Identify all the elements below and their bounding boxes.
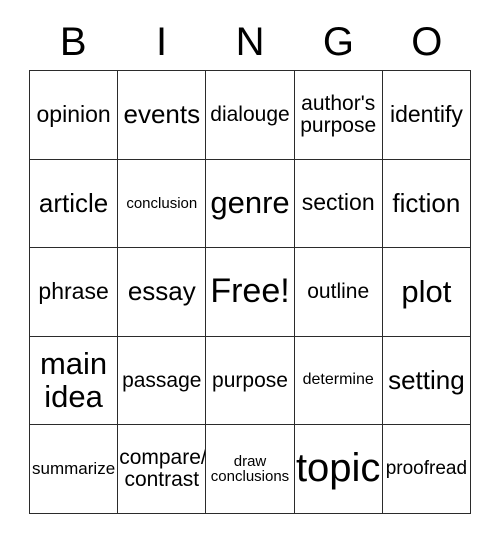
bingo-cell-g2[interactable]: section bbox=[294, 159, 383, 249]
bingo-cell-g4[interactable]: determine bbox=[294, 336, 383, 426]
bingo-cell-i1[interactable]: events bbox=[118, 71, 207, 160]
bingo-cell-label: determine bbox=[302, 371, 374, 389]
bingo-cell-i5[interactable]: compare/ contrast bbox=[118, 425, 207, 514]
bingo-cell-b3[interactable]: phrase bbox=[30, 248, 119, 337]
bingo-cell-o3[interactable]: plot bbox=[382, 248, 471, 337]
bingo-cell-label: passage bbox=[122, 368, 202, 392]
bingo-cell-o1[interactable]: identify bbox=[382, 71, 471, 160]
bingo-cell-label: setting bbox=[388, 365, 465, 396]
bingo-header-letter-b: B bbox=[59, 20, 87, 64]
bingo-cell-free-space[interactable]: Free! bbox=[206, 248, 295, 337]
bingo-cell-label: proofread bbox=[385, 458, 468, 480]
bingo-cell-g1[interactable]: author's purpose bbox=[294, 71, 383, 160]
bingo-cell-label: section bbox=[301, 189, 375, 216]
bingo-cell-label: events bbox=[123, 99, 201, 130]
bingo-cell-label: dialouge bbox=[210, 102, 290, 126]
bingo-cell-label: opinion bbox=[36, 100, 111, 127]
bingo-cell-g3[interactable]: outline bbox=[294, 248, 383, 337]
bingo-cell-n2[interactable]: genre bbox=[206, 159, 295, 249]
bingo-cell-label: topic bbox=[295, 446, 381, 491]
bingo-cell-b5[interactable]: summarize bbox=[30, 425, 119, 514]
bingo-cell-label: summarize bbox=[32, 459, 116, 479]
bingo-header-letter-g: G bbox=[322, 20, 354, 64]
bingo-cell-n1[interactable]: dialouge bbox=[206, 71, 295, 160]
bingo-cell-label: phrase bbox=[38, 278, 109, 305]
bingo-cell-label: essay bbox=[127, 276, 196, 307]
bingo-header-letter-o: O bbox=[411, 20, 443, 64]
bingo-cell-o4[interactable]: setting bbox=[382, 336, 471, 426]
bingo-cell-b1[interactable]: opinion bbox=[30, 71, 119, 160]
bingo-cell-label: article bbox=[38, 187, 109, 218]
bingo-cell-n5[interactable]: draw conclusions bbox=[206, 425, 295, 514]
bingo-cell-i3[interactable]: essay bbox=[118, 248, 207, 337]
bingo-cell-label: outline bbox=[307, 280, 370, 304]
bingo-cell-i4[interactable]: passage bbox=[118, 336, 207, 426]
bingo-header-row: B I N G O bbox=[29, 14, 471, 70]
bingo-cell-g5[interactable]: topic bbox=[294, 425, 383, 514]
bingo-cell-i2[interactable]: conclusion bbox=[118, 159, 207, 249]
bingo-cell-label: compare/ contrast bbox=[119, 446, 207, 492]
bingo-cell-label: identify bbox=[389, 100, 463, 127]
bingo-cell-b4[interactable]: main idea bbox=[30, 336, 119, 426]
bingo-card: B I N G O opinion events dialouge author… bbox=[0, 0, 500, 544]
bingo-grid: opinion events dialouge author's purpose… bbox=[29, 70, 471, 514]
bingo-cell-label: conclusion bbox=[126, 194, 198, 212]
bingo-cell-label: plot bbox=[401, 273, 452, 309]
bingo-cell-label: main idea bbox=[39, 346, 108, 414]
bingo-cell-label: author's purpose bbox=[300, 91, 377, 137]
bingo-cell-n4[interactable]: purpose bbox=[206, 336, 295, 426]
bingo-header-letter-n: N bbox=[235, 20, 265, 64]
bingo-cell-o5[interactable]: proofread bbox=[382, 425, 471, 514]
bingo-cell-label: fiction bbox=[392, 187, 461, 218]
bingo-header-letter-i: I bbox=[156, 20, 168, 64]
bingo-cell-label: purpose bbox=[212, 368, 288, 392]
bingo-cell-label: draw conclusions bbox=[210, 452, 290, 486]
bingo-cell-label: Free! bbox=[210, 272, 290, 311]
bingo-cell-o2[interactable]: fiction bbox=[382, 159, 471, 249]
bingo-cell-label: genre bbox=[210, 185, 290, 221]
bingo-cell-b2[interactable]: article bbox=[30, 159, 119, 249]
